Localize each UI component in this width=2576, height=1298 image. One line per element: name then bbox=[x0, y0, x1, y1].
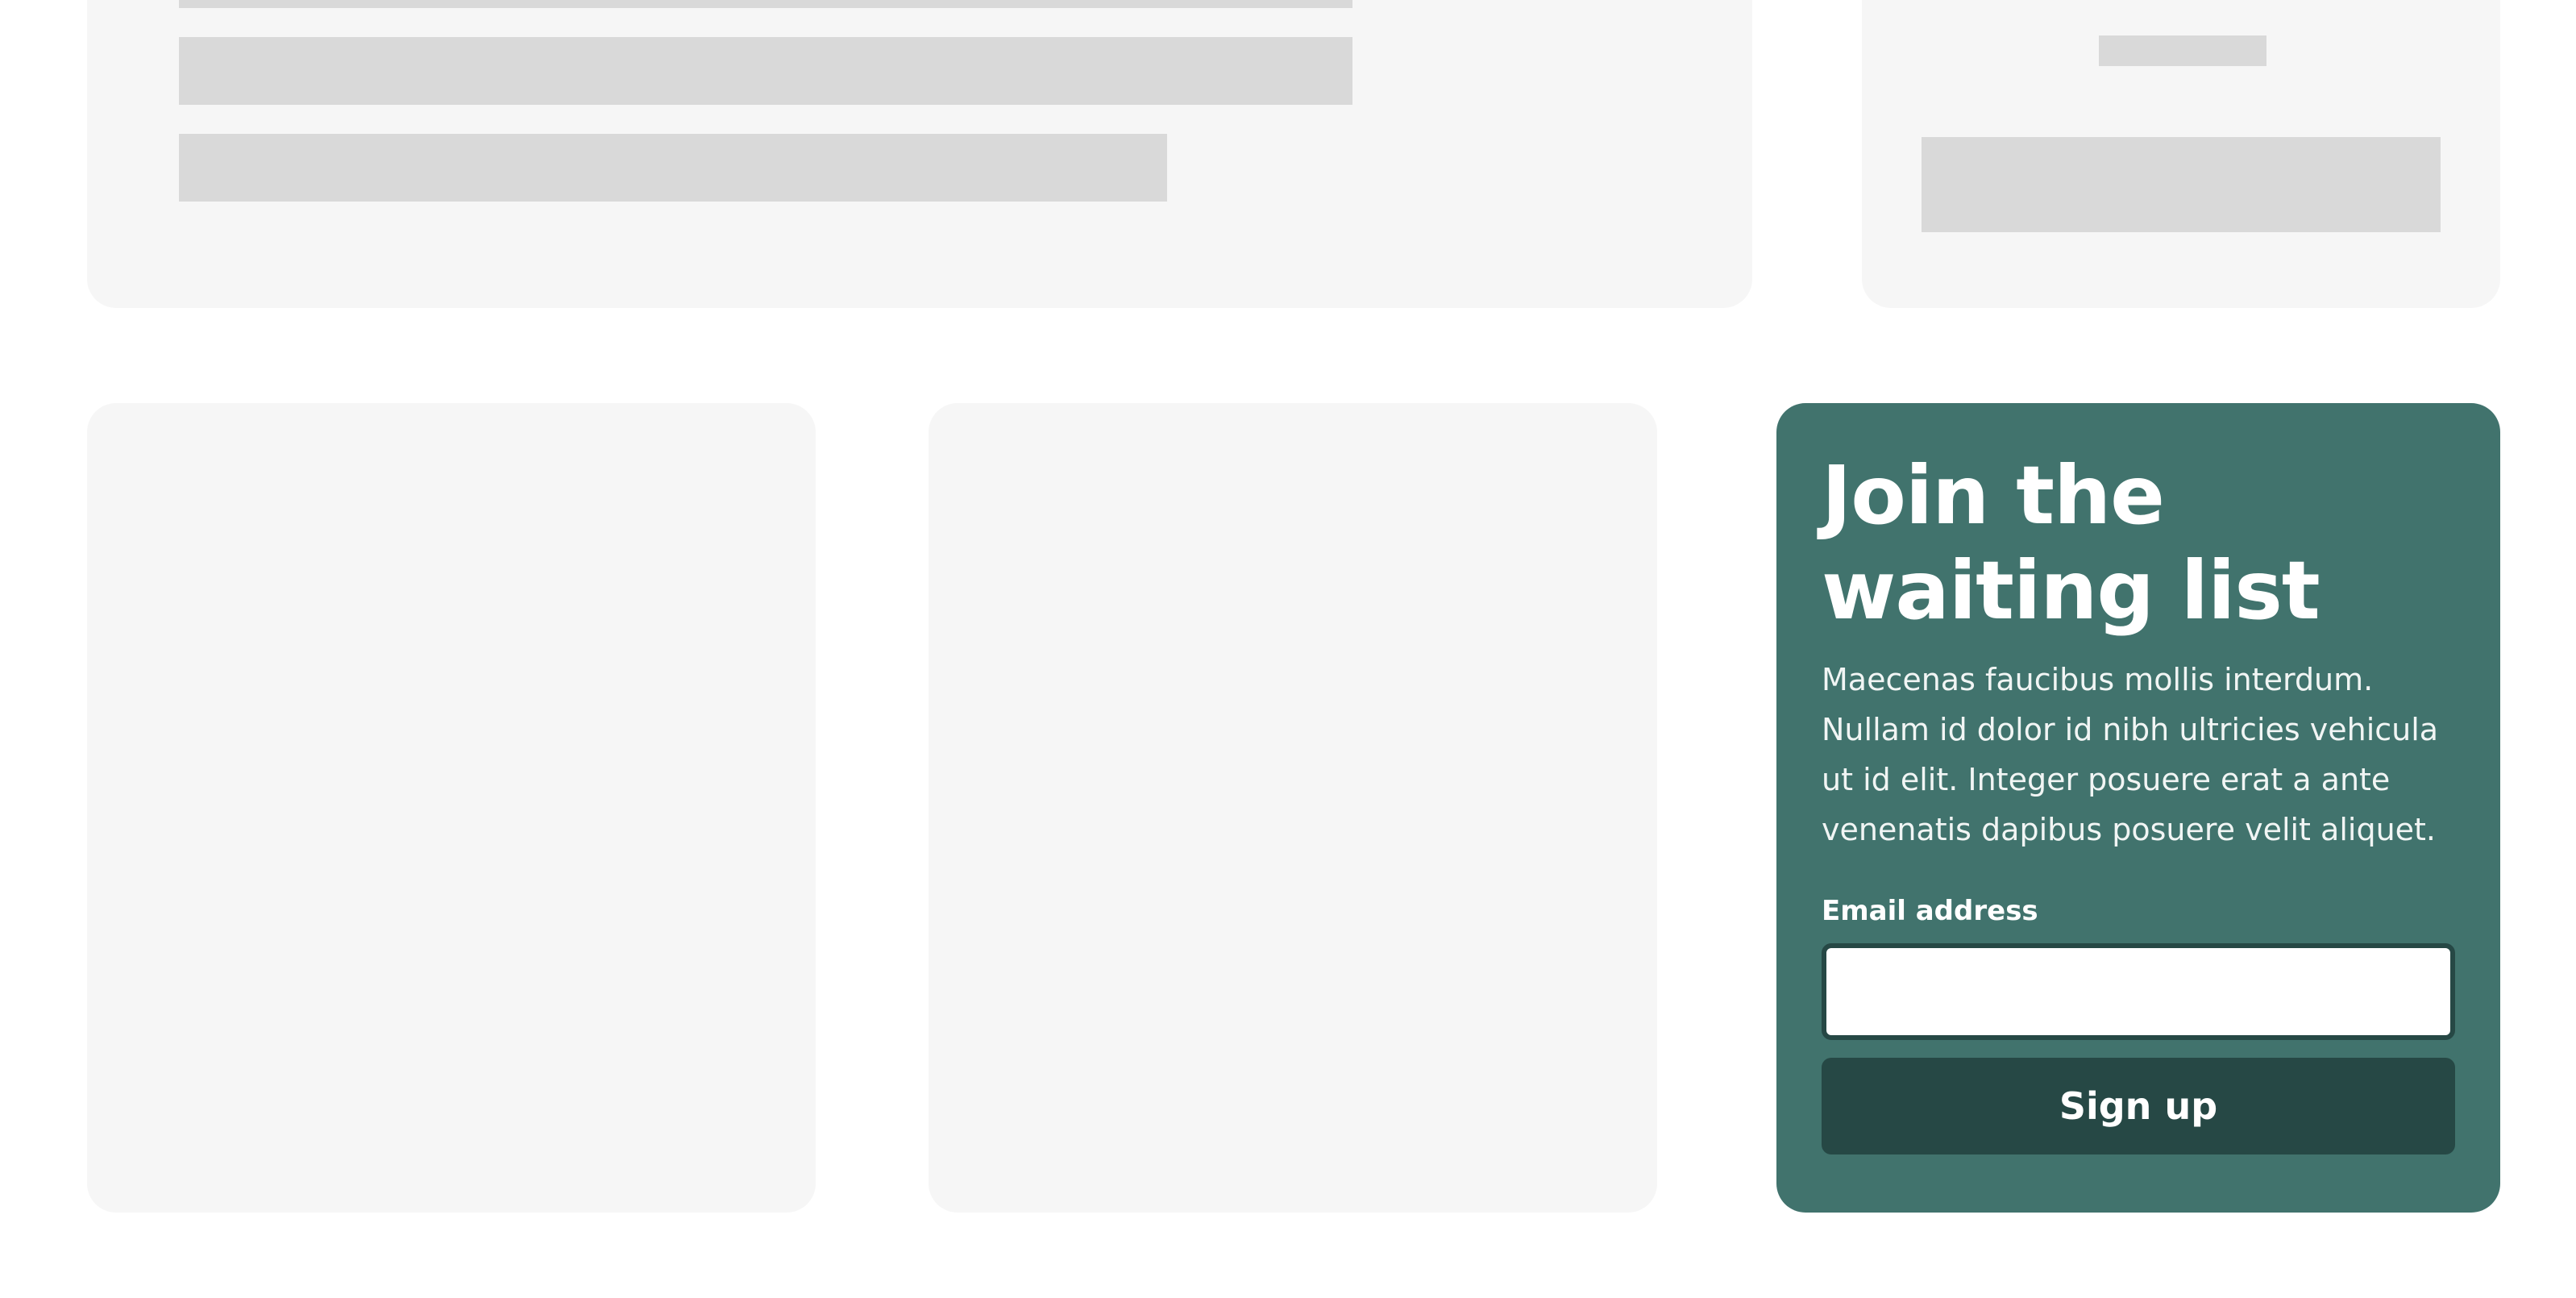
placeholder-button bbox=[1922, 137, 2441, 232]
page: Join the waiting list Maecenas faucibus … bbox=[0, 0, 2576, 1298]
placeholder-text-line bbox=[2099, 35, 2266, 66]
email-label: Email address bbox=[1822, 895, 2038, 927]
placeholder-text-line bbox=[179, 134, 1167, 202]
email-input[interactable] bbox=[1822, 943, 2455, 1040]
placeholder-card-bottom-left bbox=[87, 403, 816, 1213]
placeholder-text-line bbox=[179, 37, 1352, 105]
placeholder-card-bottom-middle bbox=[929, 403, 1657, 1213]
placeholder-card-top-right bbox=[1862, 0, 2500, 308]
waitlist-card: Join the waiting list Maecenas faucibus … bbox=[1776, 403, 2500, 1213]
placeholder-text-line bbox=[179, 0, 1352, 8]
waitlist-title: Join the waiting list bbox=[1822, 448, 2320, 638]
sign-up-button[interactable]: Sign up bbox=[1822, 1058, 2455, 1154]
placeholder-card-top-left bbox=[87, 0, 1752, 308]
waitlist-description: Maecenas faucibus mollis interdum. Nulla… bbox=[1822, 662, 2439, 847]
